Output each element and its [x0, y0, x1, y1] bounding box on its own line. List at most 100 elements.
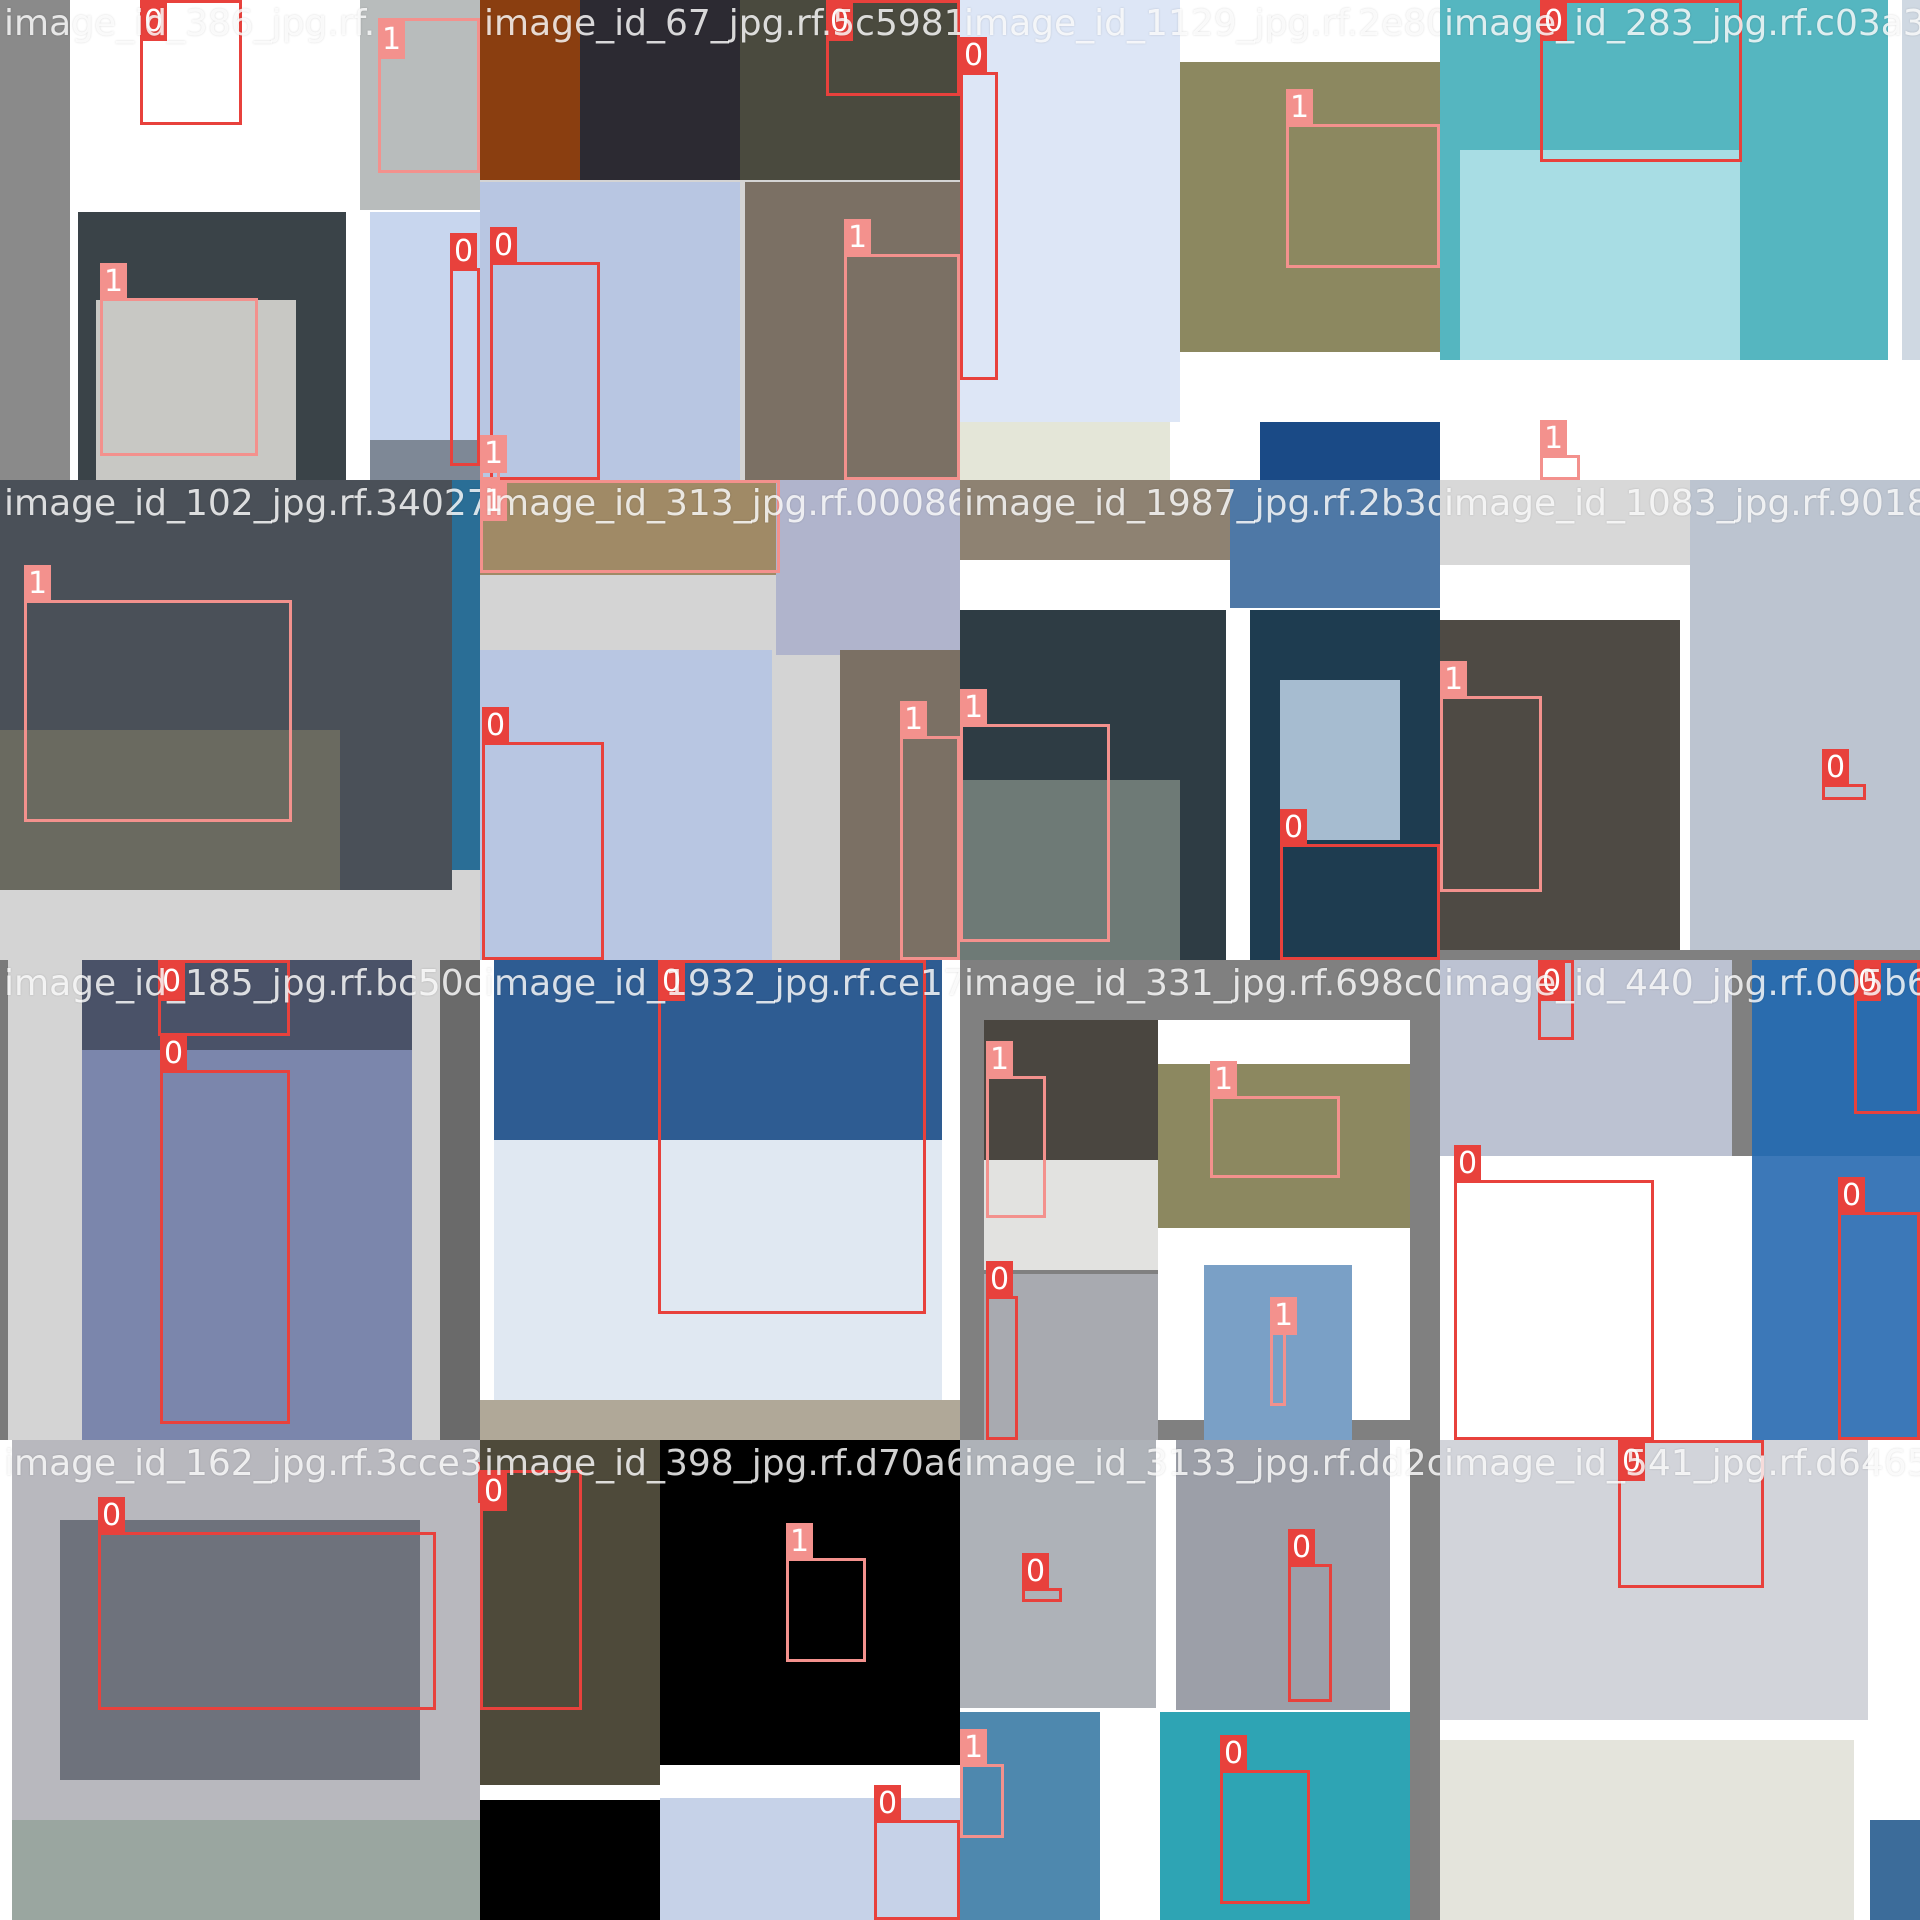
image-region — [1460, 150, 1740, 360]
bounding-box: 0 — [874, 1785, 960, 1920]
bounding-box: 1 — [844, 219, 960, 480]
bounding-box: 1 — [986, 1041, 1046, 1218]
bounding-box: 0 — [482, 707, 604, 960]
bounding-box: 0 — [826, 0, 960, 96]
bounding-box: 1 — [100, 263, 258, 456]
bounding-box: 1 — [480, 435, 508, 480]
class-label: 0 — [1540, 3, 1568, 41]
mosaic-tile: image_id_440_jpg.rf.005b6f 0 0 0 0 — [1440, 960, 1920, 1440]
class-label: 1 — [1270, 1297, 1298, 1335]
mosaic-tile: image_id_102_jpg.rf.34027c 1 — [0, 480, 480, 960]
class-label: 1 — [960, 689, 988, 727]
class-label: 1 — [480, 435, 508, 473]
bounding-box: 1 — [960, 689, 1110, 942]
mosaic-tile: image_id_3133_jpg.rf.dd2c55 0 0 1 0 — [960, 1440, 1440, 1920]
bounding-box: 0 — [1220, 1735, 1310, 1904]
class-label: 0 — [160, 1035, 188, 1073]
image-region — [12, 1820, 480, 1920]
class-label: 1 — [1440, 661, 1468, 699]
image-region — [1440, 1740, 1854, 1920]
bounding-box: 0 — [1854, 960, 1920, 1114]
bounding-box: 0 — [1540, 0, 1742, 162]
image-region — [440, 960, 480, 1440]
image-region — [960, 422, 1170, 480]
bounding-box: 1 — [1270, 1297, 1298, 1406]
bounding-box: 1 — [24, 565, 292, 822]
class-label: 0 — [482, 707, 510, 745]
mosaic-tile: image_id_1987_jpg.rf.2b3dbe10 — [960, 480, 1440, 960]
mosaic-tile: image_id_1083_jpg.rf.90180c 1 0 — [1440, 480, 1920, 960]
class-label: 0 — [158, 963, 186, 1001]
class-label: 1 — [900, 701, 928, 739]
class-label: 1 — [844, 219, 872, 257]
bounding-box: 0 — [658, 960, 926, 1314]
class-label: 0 — [1288, 1529, 1316, 1567]
class-label: 0 — [480, 1473, 508, 1511]
mosaic-grid: image_id_386_jpg.rf. 0 1 1 0 image_id_67_jpg… — [0, 0, 1920, 1920]
class-label: 1 — [1286, 89, 1314, 127]
bounding-box: 0 — [1288, 1529, 1332, 1702]
bounding-box: 1 — [1440, 661, 1542, 892]
bounding-box: 0 — [960, 37, 998, 380]
bounding-box: 0 — [450, 233, 480, 466]
bounding-box: 0 — [986, 1261, 1018, 1440]
image-region — [1230, 480, 1440, 608]
class-label: 1 — [960, 1729, 988, 1767]
image-region — [580, 0, 740, 180]
image-region — [1870, 1820, 1920, 1920]
class-label: 0 — [98, 1497, 126, 1535]
mosaic-tile: image_id_162_jpg.rf.3cce3600 — [0, 1440, 480, 1920]
bounding-box: 0 — [1822, 749, 1866, 800]
bounding-box: 0 — [1022, 1553, 1062, 1602]
image-region — [1260, 422, 1440, 480]
class-label: 0 — [490, 227, 518, 265]
mosaic-tile: image_id_541_jpg.rf.d6465f 0 — [1440, 1440, 1920, 1920]
class-label: 0 — [1538, 963, 1566, 1001]
class-label: 0 — [1822, 749, 1850, 787]
bounding-box: 0 — [140, 0, 242, 125]
mosaic-tile: image_id_1129_jpg.rf.2e803b01 — [960, 0, 1440, 480]
bounding-box: 1 — [1210, 1061, 1340, 1178]
mosaic-tile: image_id_386_jpg.rf. 0 1 1 0 — [0, 0, 480, 480]
image-region — [1690, 480, 1920, 950]
class-label: 1 — [100, 263, 128, 301]
bounding-box: 0 — [480, 1470, 582, 1710]
image-region — [1902, 0, 1920, 360]
mosaic-tile: image_id_398_jpg.rf.d70a69 0 1 0 — [480, 1440, 960, 1920]
class-label: 1 — [986, 1041, 1014, 1079]
class-label: 1 — [786, 1523, 814, 1561]
class-label: 1 — [1540, 420, 1568, 458]
mosaic-tile: image_id_1932_jpg.rf.ce17dd 0 — [480, 960, 960, 1440]
class-label: 0 — [986, 1261, 1014, 1299]
image-region — [1440, 960, 1732, 1156]
class-label: 0 — [874, 1785, 902, 1823]
image-region — [1410, 1440, 1440, 1920]
class-label: 0 — [1838, 1177, 1866, 1215]
mosaic-tile: image_id_313_jpg.rf.00086c 1 0 1 — [480, 480, 960, 960]
mosaic-tile: image_id_185_jpg.rf.bc50cc 0 0 — [0, 960, 480, 1440]
class-label: 0 — [1618, 1443, 1646, 1481]
bounding-box: 0 — [160, 1035, 290, 1424]
image-region — [1440, 950, 1920, 960]
image-region — [480, 1400, 960, 1440]
bounding-box: 0 — [1838, 1177, 1920, 1440]
class-label: 1 — [24, 565, 52, 603]
class-label: 0 — [658, 963, 686, 1001]
image-region — [1176, 1440, 1390, 1710]
bounding-box: 0 — [1280, 809, 1440, 960]
image-region — [0, 960, 8, 1440]
bounding-box: 1 — [480, 480, 780, 573]
image-region — [480, 1800, 660, 1920]
bounding-box: 0 — [1538, 960, 1574, 1040]
bounding-box: 1 — [1286, 89, 1440, 268]
class-label: 0 — [960, 37, 988, 75]
bounding-box: 1 — [786, 1523, 866, 1662]
mosaic-tile: image_id_331_jpg.rf.698c0c 1 1 0 1 — [960, 960, 1440, 1440]
class-label: 0 — [1454, 1145, 1482, 1183]
mosaic-tile: image_id_283_jpg.rf.c03a3b 0 1 — [1440, 0, 1920, 480]
class-label: 0 — [1280, 809, 1308, 847]
bounding-box: 0 — [1454, 1145, 1654, 1440]
image-region — [1440, 480, 1690, 565]
image-region — [776, 480, 960, 655]
image-region — [0, 0, 70, 480]
